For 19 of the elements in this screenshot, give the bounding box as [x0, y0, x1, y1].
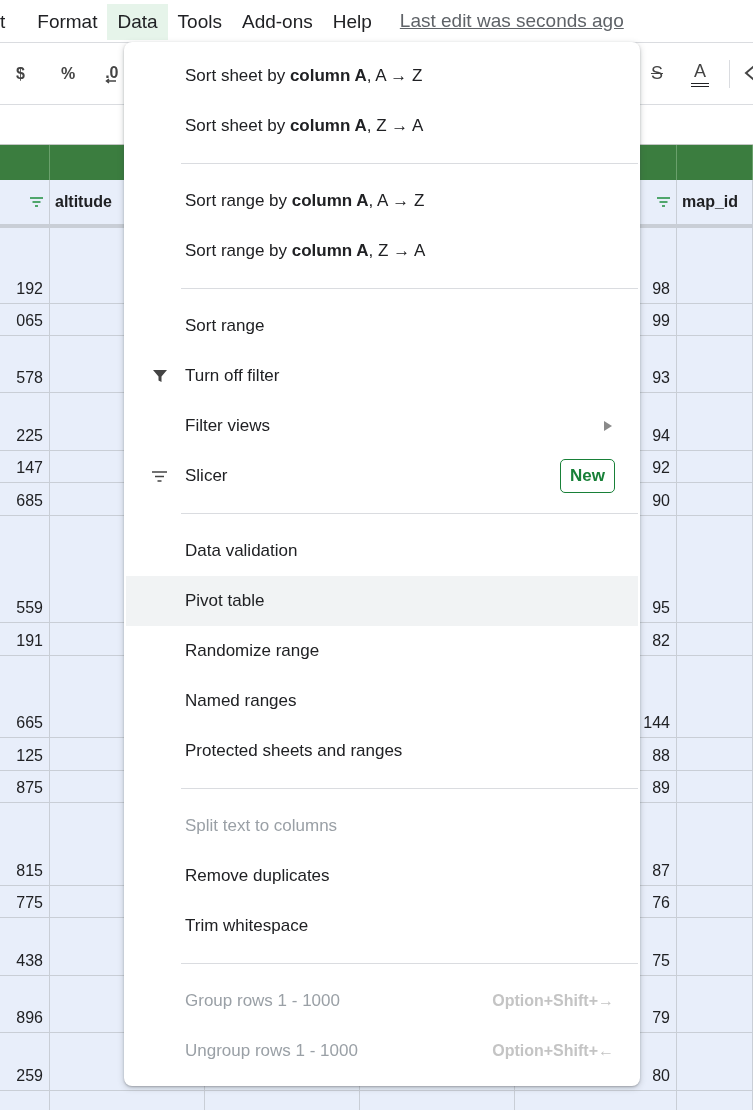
column-header: altitude [55, 193, 112, 211]
menu-bar-item[interactable]: t [0, 4, 28, 40]
menu-item[interactable]: Sort sheet by column A, A → Z [126, 51, 638, 101]
menu-bar-item[interactable]: Data [107, 4, 168, 40]
menu-bar-item[interactable]: Tools [167, 4, 232, 40]
format-button[interactable]: $ [10, 60, 31, 87]
format-button[interactable]: % [54, 60, 82, 87]
menu-bar-item[interactable]: Add-ons [231, 4, 323, 40]
menu-item[interactable]: Pivot table [126, 576, 638, 626]
menu-item[interactable]: Sort range by column A, A → Z [126, 176, 638, 226]
last-edit-link[interactable]: Last edit was seconds ago [399, 10, 624, 32]
menu-item[interactable]: Sort sheet by column A, Z → A [126, 101, 638, 151]
text-color-button[interactable]: A [691, 60, 709, 87]
menu-bar-item[interactable]: Format [27, 4, 108, 40]
strikethrough-button[interactable]: S [644, 59, 669, 88]
new-badge: New [560, 459, 615, 493]
decrease-decimal-button[interactable]: .0 [99, 59, 125, 88]
column-header: map_id [682, 193, 738, 211]
menu-bar-item[interactable]: Help [322, 4, 382, 40]
